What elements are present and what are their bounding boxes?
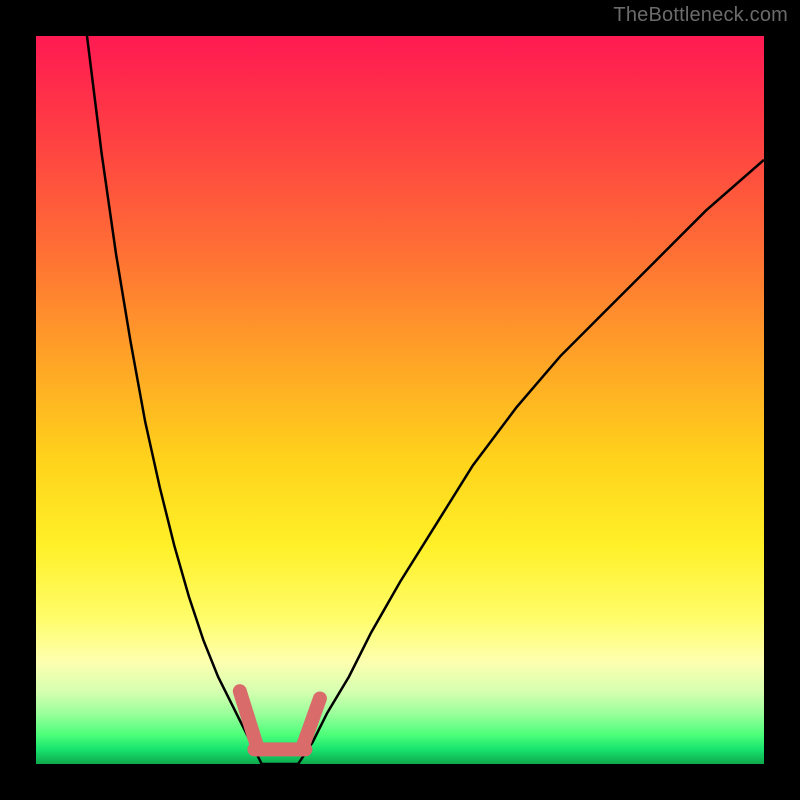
bottleneck-curve <box>87 36 764 764</box>
highlight-segment-2 <box>302 699 320 750</box>
curve-left-branch <box>87 36 262 764</box>
watermark-text: TheBottleneck.com <box>613 4 788 27</box>
chart-frame: TheBottleneck.com <box>0 0 800 800</box>
curve-highlight <box>240 691 320 749</box>
highlight-segment-0 <box>240 691 258 749</box>
curve-right-branch <box>298 160 764 764</box>
plot-area <box>36 36 764 764</box>
plot-svg <box>36 36 764 764</box>
